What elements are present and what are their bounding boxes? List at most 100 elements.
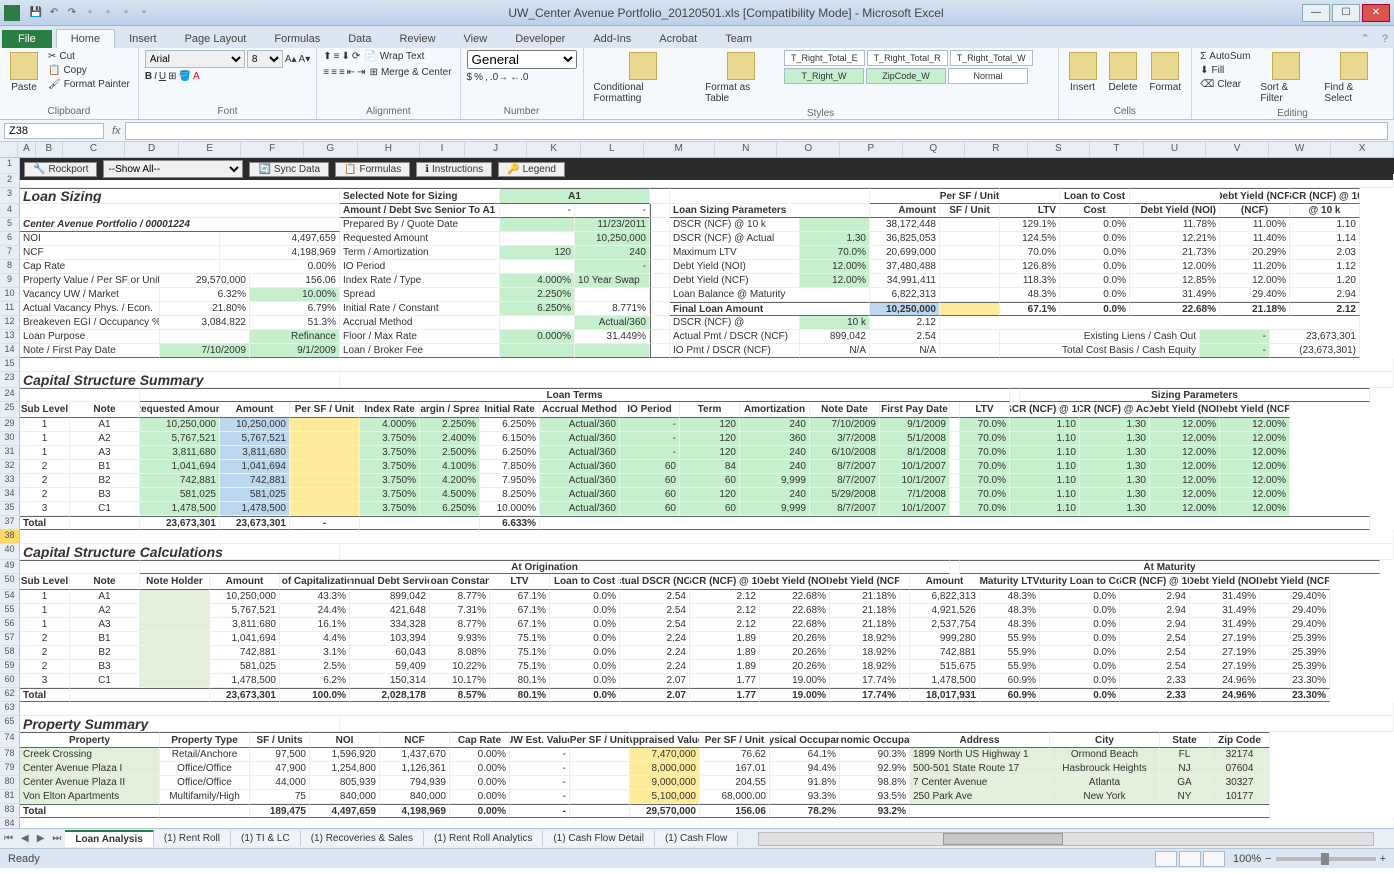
tab-acrobat[interactable]: Acrobat	[645, 30, 711, 48]
tab-developer[interactable]: Developer	[501, 30, 579, 48]
inc-decimal-icon[interactable]: .0→	[490, 72, 508, 83]
clear-button[interactable]: ⌫ Clear	[1198, 78, 1252, 91]
tab-pagelayout[interactable]: Page Layout	[171, 30, 261, 48]
wrap-text-button[interactable]: 📄 Wrap Text	[362, 50, 426, 63]
align-right-icon[interactable]: ≡	[339, 67, 345, 78]
tab-data[interactable]: Data	[334, 30, 385, 48]
sort-filter-button[interactable]: Sort & Filter	[1256, 50, 1316, 106]
zoom-out-icon[interactable]: −	[1265, 853, 1271, 865]
align-top-icon[interactable]: ⬆	[323, 51, 331, 62]
table-row[interactable]: 81 Von Elton Apartments Multifamily/High…	[0, 790, 1394, 804]
tab-review[interactable]: Review	[385, 30, 449, 48]
table-row[interactable]: 80 Center Avenue Plaza II Office/Office …	[0, 776, 1394, 790]
conditional-formatting-button[interactable]: Conditional Formatting	[590, 50, 698, 106]
dec-decimal-icon[interactable]: ←.0	[510, 72, 528, 83]
tab-insert[interactable]: Insert	[115, 30, 171, 48]
table-row[interactable]: 60 3 C1 1,478,500 6.2% 150,314 10.17% 80…	[0, 674, 1394, 688]
percent-icon[interactable]: %	[474, 72, 483, 83]
sheet-tab[interactable]: (1) Cash Flow	[655, 831, 738, 846]
fx-icon[interactable]: fx	[112, 125, 121, 137]
page-break-view-icon[interactable]	[1203, 851, 1225, 867]
next-sheet-icon[interactable]: ▶	[33, 833, 49, 844]
tab-team[interactable]: Team	[711, 30, 766, 48]
qa-icon[interactable]: ▫	[82, 5, 98, 21]
autosum-button[interactable]: Σ AutoSum	[1198, 50, 1252, 63]
normal-view-icon[interactable]	[1155, 851, 1177, 867]
merge-button[interactable]: ⊞ Merge & Center	[368, 66, 454, 79]
ribbon-minimize-icon[interactable]: ⌃	[1355, 29, 1376, 48]
font-size-select[interactable]: 8	[247, 50, 283, 68]
align-center-icon[interactable]: ≡	[331, 67, 337, 78]
indent-dec-icon[interactable]: ⇤	[347, 67, 355, 78]
table-row[interactable]: 30 1 A2 5,767,521 5,767,521 3.750% 2.400…	[0, 432, 1394, 446]
format-button[interactable]: Format	[1145, 50, 1185, 95]
italic-button[interactable]: I	[154, 71, 157, 82]
cell-styles-gallery[interactable]: T_Right_Total_E T_Right_Total_R T_Right_…	[784, 50, 1051, 84]
sheet-tab-loan-analysis[interactable]: Loan Analysis	[65, 830, 153, 847]
table-row[interactable]: 55 1 A2 5,767,521 24.4% 421,648 7.31% 67…	[0, 604, 1394, 618]
table-row[interactable]: 79 Center Avenue Plaza I Office/Office 4…	[0, 762, 1394, 776]
align-left-icon[interactable]: ≡	[323, 67, 329, 78]
redo-icon[interactable]: ↷	[64, 5, 80, 21]
indent-inc-icon[interactable]: ⇥	[357, 67, 365, 78]
qa-icon[interactable]: ▫	[136, 5, 152, 21]
minimize-button[interactable]: —	[1302, 4, 1330, 22]
orientation-icon[interactable]: ⟳	[352, 51, 360, 62]
paste-button[interactable]: Paste	[6, 50, 42, 95]
copy-button[interactable]: 📋 Copy	[46, 64, 132, 77]
page-layout-view-icon[interactable]	[1179, 851, 1201, 867]
underline-button[interactable]: U	[159, 71, 166, 82]
fill-button[interactable]: ⬇ Fill	[1198, 64, 1252, 77]
last-sheet-icon[interactable]: ⏭	[48, 833, 65, 844]
tab-home[interactable]: Home	[56, 29, 115, 48]
font-name-select[interactable]: Arial	[145, 50, 245, 68]
tab-view[interactable]: View	[450, 30, 502, 48]
zoom-in-icon[interactable]: +	[1380, 853, 1386, 865]
table-row[interactable]: 31 1 A3 3,811,680 3,811,680 3.750% 2.500…	[0, 446, 1394, 460]
undo-icon[interactable]: ↶	[46, 5, 62, 21]
column-headers[interactable]: AB CD EF GH IJ KL MN OP QR ST UV WX	[0, 142, 1394, 158]
table-row[interactable]: 35 3 C1 1,478,500 1,478,500 3.750% 6.250…	[0, 502, 1394, 516]
align-middle-icon[interactable]: ≡	[334, 51, 340, 62]
table-row[interactable]: 34 2 B3 581,025 581,025 3.750% 4.500% 8.…	[0, 488, 1394, 502]
worksheet-area[interactable]: 1 🔧 Rockport --Show All-- 🔄 Sync Data 📋 …	[0, 158, 1394, 828]
table-row[interactable]: 58 2 B2 742,881 3.1% 60,043 8.08% 75.1% …	[0, 646, 1394, 660]
table-row[interactable]: 78 Creek Crossing Retail/Anchore 97,500 …	[0, 748, 1394, 762]
comma-icon[interactable]: ,	[485, 72, 488, 83]
formula-input[interactable]	[125, 122, 1388, 140]
align-bottom-icon[interactable]: ⬇	[341, 51, 349, 62]
qa-icon[interactable]: ▫	[100, 5, 116, 21]
table-row[interactable]: 56 1 A3 3,811,680 16.1% 334,328 8.77% 67…	[0, 618, 1394, 632]
maximize-button[interactable]: ☐	[1332, 4, 1360, 22]
sheet-tab[interactable]: (1) Rent Roll Analytics	[424, 831, 543, 846]
sheet-tab[interactable]: (1) Recoveries & Sales	[301, 831, 424, 846]
table-row[interactable]: 29 1 A1 10,250,000 10,250,000 4.000% 2.2…	[0, 418, 1394, 432]
insert-button[interactable]: Insert	[1065, 50, 1101, 95]
font-color-button[interactable]: A	[193, 71, 200, 82]
table-row[interactable]: 59 2 B3 581,025 2.5% 59,409 10.22% 75.1%…	[0, 660, 1394, 674]
format-as-table-button[interactable]: Format as Table	[701, 50, 780, 106]
format-painter-button[interactable]: 🖌 Format Painter	[46, 78, 132, 91]
cut-button[interactable]: ✂ Cut	[46, 50, 132, 63]
tab-formulas[interactable]: Formulas	[260, 30, 334, 48]
fill-color-button[interactable]: 🪣	[178, 71, 190, 82]
zoom-slider[interactable]	[1276, 857, 1376, 861]
bold-button[interactable]: B	[145, 71, 152, 82]
help-icon[interactable]: ?	[1376, 30, 1394, 48]
sheet-tab[interactable]: (1) Cash Flow Detail	[543, 831, 655, 846]
first-sheet-icon[interactable]: ⏮	[0, 833, 17, 844]
table-row[interactable]: 57 2 B1 1,041,694 4.4% 103,394 9.93% 75.…	[0, 632, 1394, 646]
decrease-font-icon[interactable]: A▾	[299, 54, 311, 65]
sheet-tab[interactable]: (1) Rent Roll	[154, 831, 231, 846]
name-box[interactable]	[4, 123, 104, 139]
border-button[interactable]: ⊞	[168, 71, 176, 82]
sheet-tab[interactable]: (1) TI & LC	[231, 831, 301, 846]
table-row[interactable]: 32 2 B1 1,041,694 1,041,694 3.750% 4.100…	[0, 460, 1394, 474]
tab-file[interactable]: File	[2, 30, 52, 48]
number-format-select[interactable]: General	[467, 50, 577, 69]
tab-addins[interactable]: Add-Ins	[579, 30, 645, 48]
table-row[interactable]: 54 1 A1 10,250,000 43.3% 899,042 8.77% 6…	[0, 590, 1394, 604]
table-row[interactable]: 33 2 B2 742,881 742,881 3.750% 4.200% 7.…	[0, 474, 1394, 488]
horizontal-scrollbar[interactable]	[758, 832, 1374, 846]
increase-font-icon[interactable]: A▴	[285, 54, 297, 65]
